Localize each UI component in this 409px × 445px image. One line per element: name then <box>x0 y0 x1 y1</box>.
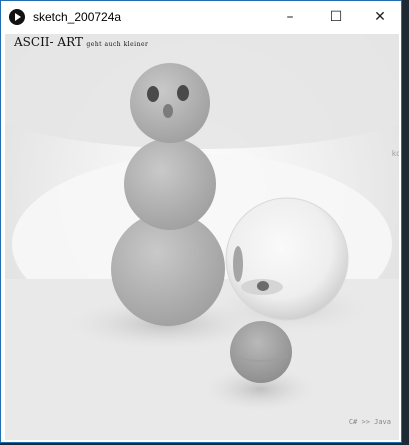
window-title: sketch_200724a <box>33 10 122 24</box>
brand-label: C# >> Java <box>348 418 391 426</box>
ascii-title-tail: geht auch kleiner <box>86 41 149 48</box>
ascii-title-main: ASCII- ART <box>14 35 83 49</box>
mirror-sphere <box>225 197 349 321</box>
close-button[interactable]: ✕ <box>357 1 401 33</box>
ascii-art-title: ASCII- ART geht auch kleiner <box>14 35 148 49</box>
title-bar[interactable]: sketch_200724a – ☐ ✕ <box>1 1 401 33</box>
small-sphere <box>230 321 292 383</box>
processing-play-icon <box>9 9 25 25</box>
rendered-scene <box>5 34 399 440</box>
sketch-window: sketch_200724a – ☐ ✕ ASCII- ART geht auc… <box>0 0 402 443</box>
maximize-button[interactable]: ☐ <box>313 1 359 33</box>
minimize-button[interactable]: – <box>267 1 313 33</box>
right-edge-label: ko <box>391 149 399 158</box>
sketch-canvas[interactable]: ASCII- ART geht auch kleiner ko C# >> Ja… <box>5 34 399 440</box>
